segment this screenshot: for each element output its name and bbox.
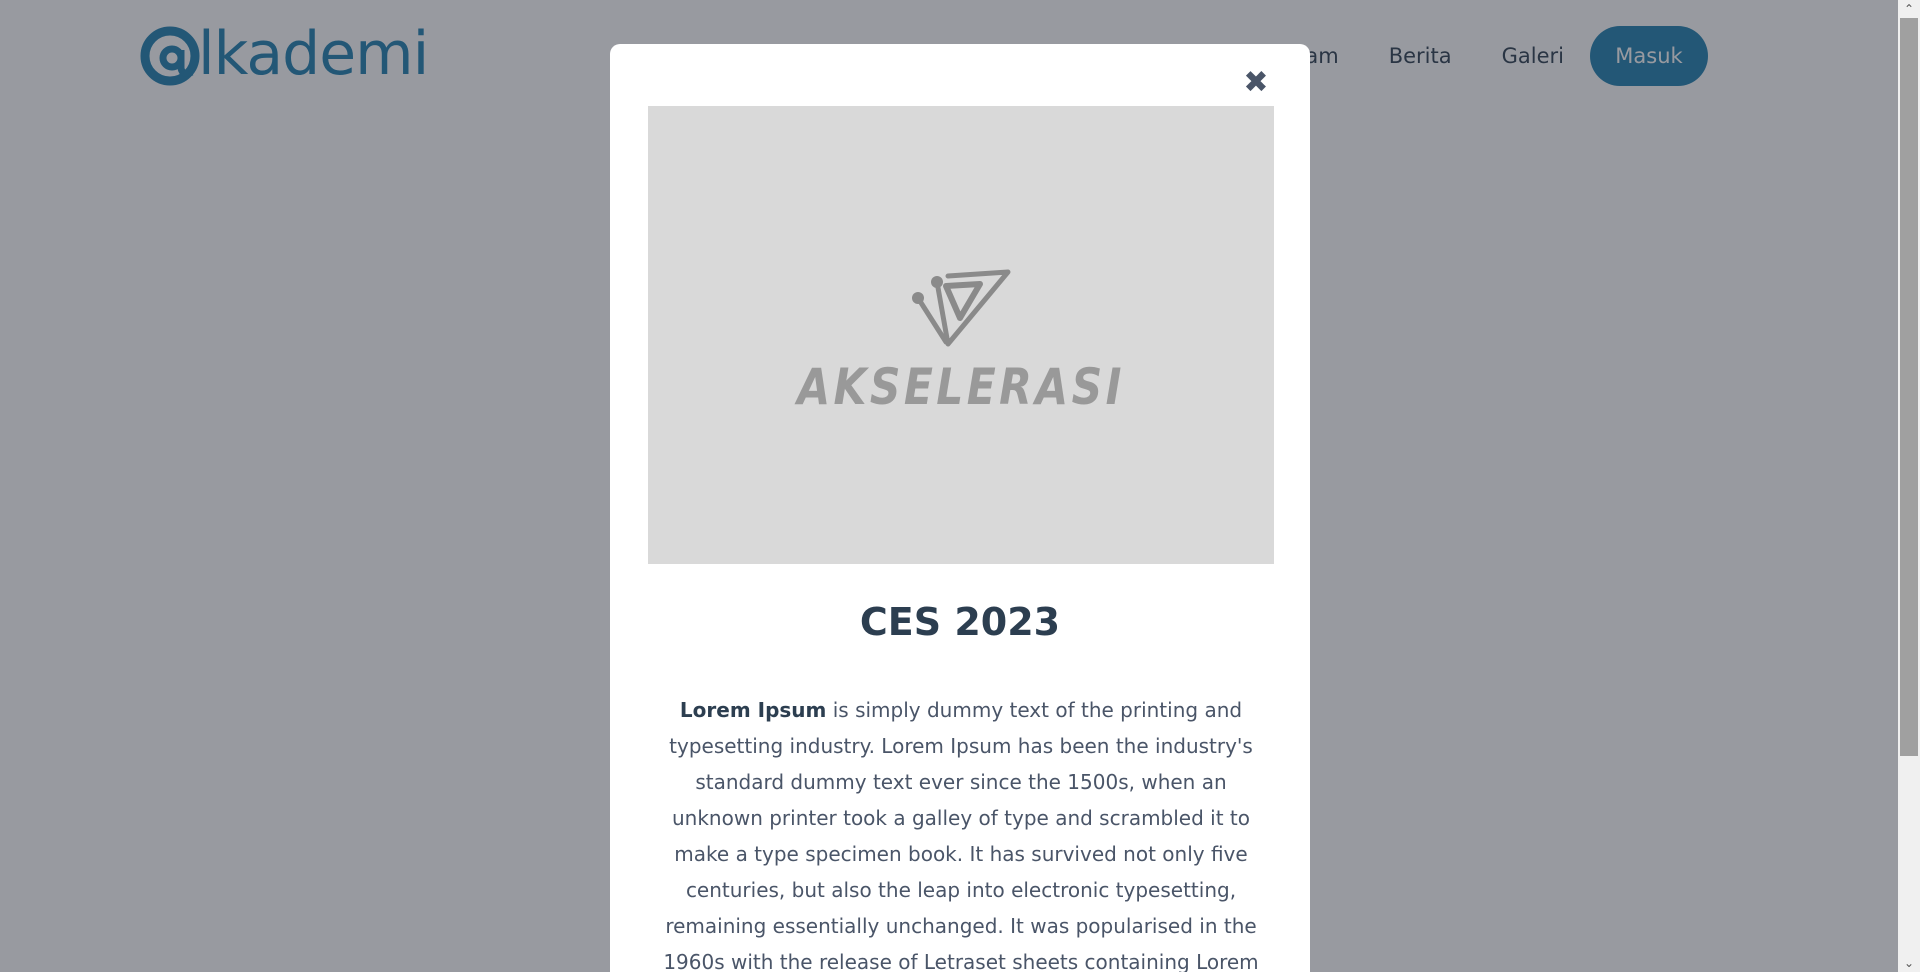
modal-description: Lorem Ipsum is simply dummy text of the … [648, 692, 1274, 972]
scroll-up-icon[interactable]: ⌃ [1898, 0, 1920, 18]
description-bold-lead: Lorem Ipsum [679, 698, 827, 722]
scroll-down-icon[interactable]: ⌄ [1898, 954, 1920, 972]
page: lkademi ogram Berita Galeri Masuk ✖ [0, 0, 1920, 972]
scroll-thumb[interactable] [1900, 18, 1918, 756]
modal-title: CES 2023 [859, 600, 1061, 644]
akselerasi-logo-icon [912, 269, 1011, 347]
gallery-modal: ✖ AKSELERASI CES 2023 Lorem Ipsum is sim… [610, 44, 1310, 972]
akselerasi-brand-text: AKSELERASI [797, 358, 1125, 416]
description-text: is simply dummy text of the printing and… [663, 698, 1259, 972]
modal-image: AKSELERASI [648, 106, 1274, 564]
close-icon[interactable]: ✖ [1238, 64, 1274, 100]
page-scrollbar[interactable]: ⌃ ⌄ [1898, 0, 1920, 972]
